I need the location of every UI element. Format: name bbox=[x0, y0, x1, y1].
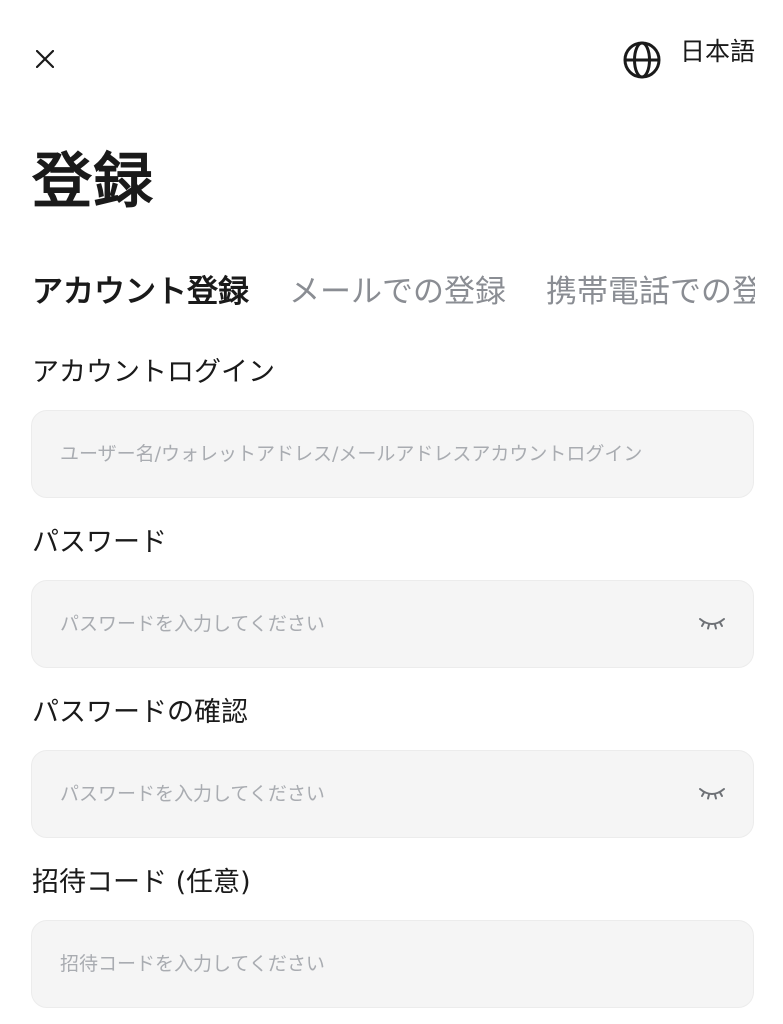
invite-code-input[interactable] bbox=[60, 921, 680, 1007]
password-label: パスワード bbox=[32, 527, 167, 558]
registration-tabs: アカウント登録 メールでの登録 携帯電話での登録 bbox=[32, 270, 755, 318]
eye-closed-icon[interactable] bbox=[697, 611, 727, 635]
password-confirm-field-container bbox=[31, 750, 754, 838]
tab-account-registration[interactable]: アカウント登録 bbox=[32, 270, 249, 318]
password-confirm-input[interactable] bbox=[60, 751, 680, 837]
globe-icon bbox=[623, 41, 661, 79]
language-label: 日本語 bbox=[679, 37, 755, 66]
password-input[interactable] bbox=[60, 581, 680, 667]
password-confirm-label: パスワードの確認 bbox=[32, 697, 248, 728]
tab-phone-registration[interactable]: 携帯電話での登録 bbox=[546, 270, 755, 318]
page-title: 登録 bbox=[32, 147, 154, 217]
close-button[interactable] bbox=[28, 42, 62, 76]
account-login-input[interactable] bbox=[60, 411, 680, 497]
invite-code-label: 招待コード (任意) bbox=[32, 867, 251, 898]
invite-code-field-container bbox=[31, 920, 754, 1008]
eye-closed-icon[interactable] bbox=[697, 781, 727, 805]
account-login-label: アカウントログイン bbox=[32, 357, 275, 388]
account-login-field-container bbox=[31, 410, 754, 498]
tab-email-registration[interactable]: メールでの登録 bbox=[289, 270, 506, 318]
password-field-container bbox=[31, 580, 754, 668]
close-icon bbox=[36, 50, 54, 68]
language-selector[interactable]: 日本語 bbox=[622, 36, 755, 80]
